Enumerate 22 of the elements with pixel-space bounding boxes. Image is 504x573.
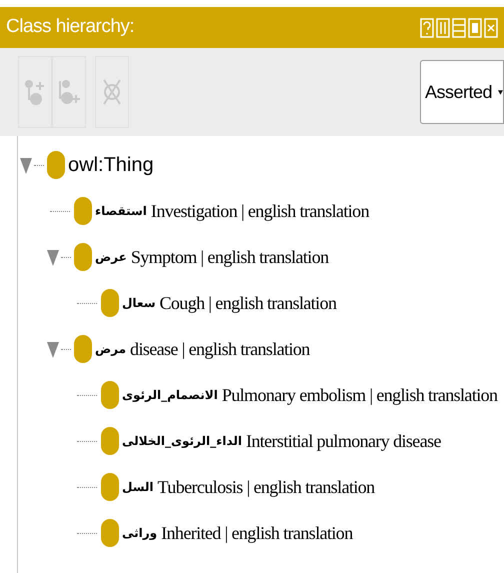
view-dropdown[interactable]: Asserted (420, 60, 504, 124)
class-icon (101, 427, 119, 455)
expand-toggle[interactable] (20, 156, 34, 174)
minimize-icon[interactable] (452, 18, 466, 38)
expand-toggle[interactable] (47, 248, 61, 266)
panel-title: Class hierarchy: (6, 15, 134, 40)
class-icon (101, 289, 119, 317)
split-icon[interactable] (436, 18, 450, 38)
class-icon (74, 243, 92, 271)
class-icon (101, 381, 119, 409)
nodes-plus-icon (56, 77, 82, 107)
class-icon (47, 151, 65, 179)
class-icon (74, 335, 92, 363)
dropdown-arrow-icon (498, 88, 503, 96)
tree-node-label[interactable]: owl:Thing (68, 150, 154, 180)
expand-toggle[interactable] (47, 340, 61, 358)
class-icon (101, 473, 119, 501)
maximize-icon[interactable] (468, 18, 482, 38)
close-icon[interactable] (484, 18, 498, 38)
class-icon (101, 519, 119, 547)
help-icon[interactable] (420, 18, 434, 38)
class-icon (74, 197, 92, 225)
